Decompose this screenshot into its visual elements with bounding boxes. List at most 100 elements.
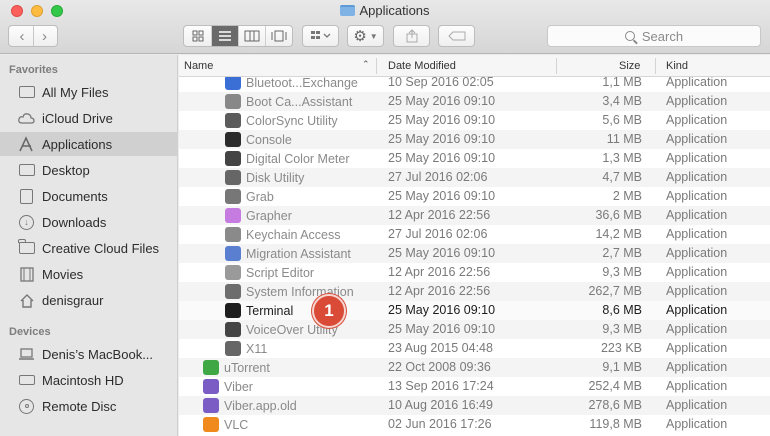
annotation-badge: 1 xyxy=(312,294,346,328)
file-kind: Application xyxy=(666,341,728,355)
view-mode-segmented-control xyxy=(183,25,293,47)
share-icon xyxy=(406,29,417,43)
file-name: X11 xyxy=(246,341,268,356)
app-icon xyxy=(225,227,241,242)
file-name-cell: Keychain Access xyxy=(225,227,341,242)
file-date: 25 May 2016 09:10 xyxy=(388,132,496,146)
window-title: Applications xyxy=(0,3,770,18)
sidebar-item-label: Applications xyxy=(42,136,113,152)
column-header-date[interactable]: Date Modified xyxy=(388,60,456,72)
file-size: 252,4 MB xyxy=(588,379,642,393)
column-header-kind[interactable]: Kind xyxy=(666,60,688,72)
sidebar-item-movies[interactable]: Movies xyxy=(0,262,178,286)
sidebar-item-icloud-drive[interactable]: iCloud Drive xyxy=(0,106,178,130)
file-row[interactable]: Grab 25 May 2016 09:10 2 MB Application xyxy=(179,187,770,206)
column-header-size[interactable]: Size xyxy=(619,60,640,72)
file-row[interactable]: Digital Color Meter 25 May 2016 09:10 1,3 … xyxy=(179,149,770,168)
file-size: 2,7 MB xyxy=(602,246,642,260)
sidebar-item-label: Downloads xyxy=(42,214,107,230)
file-row[interactable]: VLC 02 Jun 2016 17:26 119,8 MB Application xyxy=(179,415,770,434)
file-kind: Application xyxy=(666,170,728,184)
share-button[interactable] xyxy=(393,25,430,47)
file-date: 10 Aug 2016 16:49 xyxy=(388,398,493,412)
all-files-icon xyxy=(18,84,35,101)
sidebar-item-remote-disc[interactable]: Remote Disc xyxy=(0,394,178,418)
file-kind: Application xyxy=(666,322,728,336)
cover-flow-icon xyxy=(271,30,287,42)
list-view-button[interactable] xyxy=(211,26,238,46)
file-row[interactable]: Viber.app.old 10 Aug 2016 16:49 278,6 MB Ap… xyxy=(179,396,770,415)
file-row[interactable]: Script Editor 12 Apr 2016 22:56 9,3 MB Appl… xyxy=(179,263,770,282)
sidebar-item-label: All My Files xyxy=(42,84,109,100)
file-name: Disk Utility xyxy=(246,170,305,185)
app-icon xyxy=(225,94,241,109)
sidebar-item-label: Desktop xyxy=(42,162,90,178)
file-date: 13 Sep 2016 17:24 xyxy=(388,379,494,393)
file-name: Viber.app.old xyxy=(224,398,297,413)
file-row[interactable]: Boot Ca...Assistant 25 May 2016 09:10 3,4 … xyxy=(179,92,770,111)
file-name: Migration Assistant xyxy=(246,246,351,261)
file-name: uTorrent xyxy=(224,360,270,375)
edit-tags-button[interactable] xyxy=(438,25,475,47)
file-name-cell: Console xyxy=(225,132,292,147)
file-kind: Application xyxy=(666,284,728,298)
chevron-down-icon: ▼ xyxy=(369,31,378,41)
sidebar-item-desktop[interactable]: Desktop xyxy=(0,158,178,182)
forward-button[interactable]: › xyxy=(33,26,55,46)
file-row[interactable]: ColorSync Utility 25 May 2016 09:10 5,6 MB… xyxy=(179,111,770,130)
column-header: Name ⌃ Date Modified Size Kind xyxy=(179,55,770,77)
file-row[interactable]: Viber 13 Sep 2016 17:24 252,4 MB Applicatio… xyxy=(179,377,770,396)
downloads-icon: ↓ xyxy=(18,214,35,231)
icon-view-button[interactable] xyxy=(184,26,211,46)
file-row[interactable]: uTorrent 22 Oct 2008 09:36 9,1 MB Applicati… xyxy=(179,358,770,377)
sidebar-item-downloads[interactable]: ↓ Downloads xyxy=(0,210,178,234)
back-button[interactable]: ‹ xyxy=(11,26,33,46)
file-row[interactable]: Keychain Access 27 Jul 2016 02:06 14,2 MB A… xyxy=(179,225,770,244)
file-name-cell: X11 xyxy=(225,341,267,356)
sidebar-item-creative-cloud-files[interactable]: Creative Cloud Files xyxy=(0,236,178,260)
action-button[interactable]: ⚙ ▼ xyxy=(347,25,384,47)
sidebar-item-all-my-files[interactable]: All My Files xyxy=(0,80,178,104)
file-row[interactable]: Migration Assistant 25 May 2016 09:10 2,7 … xyxy=(179,244,770,263)
file-size: 4,7 MB xyxy=(602,170,642,184)
file-row[interactable]: Disk Utility 27 Jul 2016 02:06 4,7 MB Appli… xyxy=(179,168,770,187)
file-row[interactable]: Terminal 25 May 2016 09:10 8,6 MB Applicati… xyxy=(179,301,770,320)
file-kind: Application xyxy=(666,398,728,412)
file-name: Viber xyxy=(224,379,253,394)
file-row[interactable]: Grapher 12 Apr 2016 22:56 36,6 MB Applicati… xyxy=(179,206,770,225)
file-date: 12 Apr 2016 22:56 xyxy=(388,284,491,298)
sidebar-item-documents[interactable]: Documents xyxy=(0,184,178,208)
search-field[interactable]: Search xyxy=(547,25,761,47)
file-size: 36,6 MB xyxy=(595,208,642,222)
file-row[interactable]: Console 25 May 2016 09:10 11 MB Application xyxy=(179,130,770,149)
applications-icon xyxy=(18,136,35,153)
sidebar-item-applications[interactable]: Applications xyxy=(0,132,178,156)
file-row[interactable]: X11 23 Aug 2015 04:48 223 KB Application xyxy=(179,339,770,358)
app-icon xyxy=(225,170,241,185)
column-header-name[interactable]: Name xyxy=(184,60,213,72)
app-icon xyxy=(203,360,219,375)
file-size: 119,8 MB xyxy=(589,417,642,431)
file-size: 278,6 MB xyxy=(588,398,642,412)
file-name-cell: Viber xyxy=(203,379,253,394)
file-kind: Application xyxy=(666,246,728,260)
file-name-cell: Bluetoot...Exchange xyxy=(225,75,358,90)
file-size: 3,4 MB xyxy=(602,94,642,108)
file-row[interactable]: System Information 12 Apr 2016 22:56 262,7… xyxy=(179,282,770,301)
file-name-cell: Boot Ca...Assistant xyxy=(225,94,352,109)
file-row[interactable]: VoiceOver Utility 25 May 2016 09:10 9,3 MB… xyxy=(179,320,770,339)
file-date: 25 May 2016 09:10 xyxy=(388,189,496,203)
sidebar-item-home[interactable]: denisgraur xyxy=(0,288,178,312)
file-name-cell: uTorrent xyxy=(203,360,270,375)
arrange-button[interactable] xyxy=(302,25,339,47)
file-size: 8,6 MB xyxy=(602,303,642,317)
file-date: 25 May 2016 09:10 xyxy=(388,94,496,108)
column-view-button[interactable] xyxy=(238,26,265,46)
file-list: Bluetoot...Exchange 10 Sep 2016 02:05 1,1 … xyxy=(179,55,770,436)
cover-flow-view-button[interactable] xyxy=(265,26,292,46)
file-kind: Application xyxy=(666,208,728,222)
sidebar-item-macintosh-hd[interactable]: Macintosh HD xyxy=(0,368,178,392)
sidebar-item-macbook[interactable]: Denis’s MacBook... xyxy=(0,342,178,366)
file-kind: Application xyxy=(666,113,728,127)
file-name-cell: Grapher xyxy=(225,208,292,223)
